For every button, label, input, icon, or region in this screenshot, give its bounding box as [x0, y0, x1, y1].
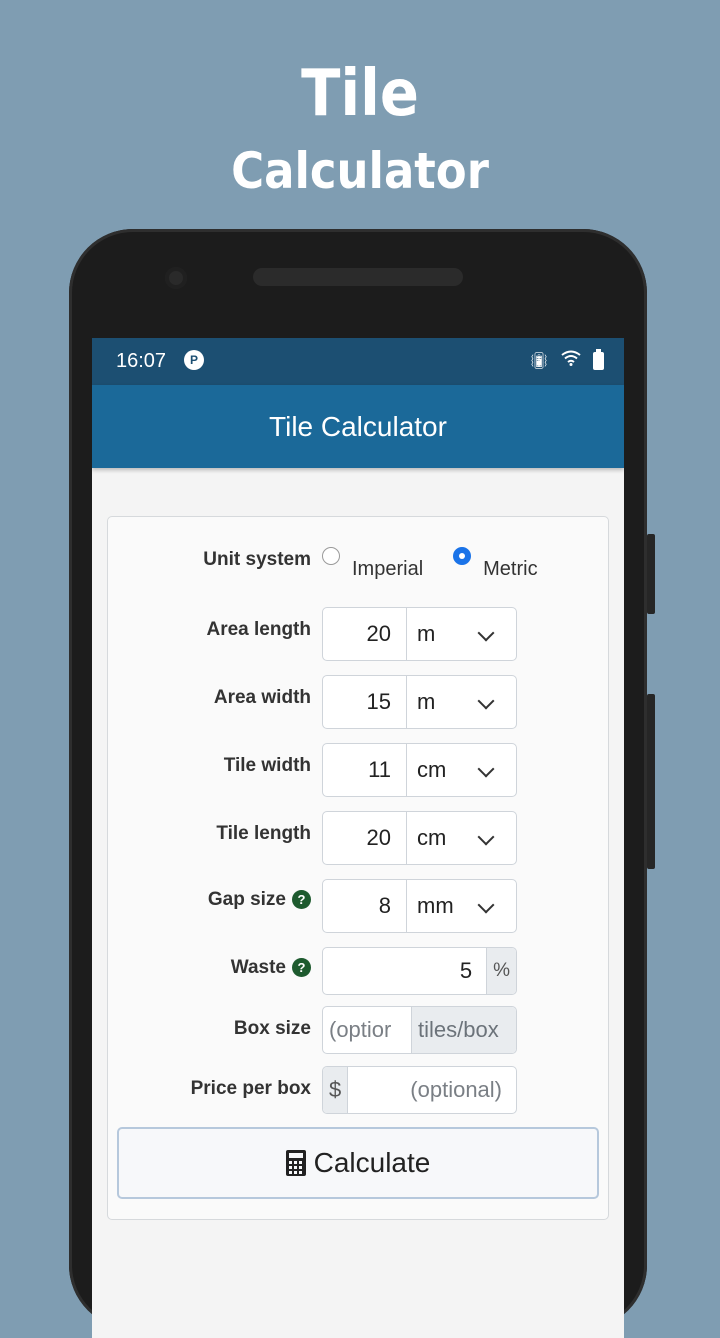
promo-title-line1: Tile — [301, 57, 419, 131]
area-length-unit-value: m — [417, 621, 436, 646]
chevron-down-icon — [477, 624, 495, 642]
tile-length-label: Tile length — [216, 823, 311, 844]
price-per-box-field: $ (optional) — [322, 1066, 517, 1114]
box-size-input[interactable]: (optior — [323, 1007, 411, 1053]
tile-width-unit-select[interactable]: cm — [406, 744, 516, 796]
box-size-field: (optior tiles/box — [322, 1006, 517, 1054]
calculator-icon — [285, 1150, 306, 1176]
radio-metric-label[interactable]: Metric — [483, 558, 537, 581]
box-size-label: Box size — [233, 1018, 311, 1039]
price-currency-addon: $ — [323, 1067, 349, 1113]
waste-input[interactable]: 5 — [323, 948, 486, 994]
waste-field: 5 % — [322, 947, 517, 995]
box-size-suffix-addon: tiles/box — [411, 1007, 516, 1053]
phone-volume-button — [647, 694, 655, 869]
tile-length-unit-value: cm — [417, 825, 447, 850]
gap-size-unit-value: mm — [417, 893, 454, 918]
waste-label: Waste — [230, 957, 286, 978]
system-icons: 📳︎ — [528, 348, 604, 371]
phone-side-button — [647, 534, 655, 614]
calculate-button-label: Calculate — [313, 1147, 431, 1178]
status-bar: 16:07 P 📳︎ — [92, 338, 624, 385]
app-bar-title: Tile Calculator — [92, 385, 624, 468]
gap-size-field: 8 mm — [322, 879, 517, 933]
area-width-unit-value: m — [417, 689, 436, 714]
area-width-label: Area width — [213, 687, 311, 708]
vibrate-icon: 📳︎ — [528, 350, 549, 370]
radio-imperial[interactable] — [322, 547, 340, 565]
notification-icon: P — [184, 350, 204, 370]
gap-size-label: Gap size — [207, 889, 286, 910]
help-icon[interactable]: ? — [292, 958, 311, 977]
phone-screen: 16:07 P 📳︎ Tile Calculator Unit system I… — [92, 338, 624, 1338]
price-per-box-input[interactable]: (optional) — [348, 1067, 516, 1113]
unit-system-label: Unit system — [203, 549, 311, 570]
tile-length-field: 20 cm — [322, 811, 517, 865]
phone-frame: 16:07 P 📳︎ Tile Calculator Unit system I… — [69, 229, 655, 1338]
tile-width-field: 11 cm — [322, 743, 517, 797]
area-length-input[interactable]: 20 — [323, 608, 406, 660]
tile-width-label: Tile width — [223, 755, 311, 776]
waste-label-group: Waste? — [231, 957, 311, 979]
area-length-unit-select[interactable]: m — [406, 608, 516, 660]
area-width-input[interactable]: 15 — [323, 676, 406, 728]
tile-length-input[interactable]: 20 — [323, 812, 406, 864]
tile-length-unit-select[interactable]: cm — [406, 812, 516, 864]
price-per-box-label: Price per box — [190, 1078, 311, 1099]
waste-percent-addon: % — [486, 948, 516, 994]
chevron-down-icon — [477, 692, 495, 710]
gap-size-unit-select[interactable]: mm — [406, 880, 516, 932]
chevron-down-icon — [477, 896, 495, 914]
status-time: 16:07 — [116, 350, 167, 372]
calculate-button[interactable]: Calculate — [117, 1127, 599, 1199]
battery-icon — [593, 348, 604, 370]
chevron-down-icon — [477, 828, 495, 846]
front-camera — [165, 267, 187, 289]
calculator-form: Unit system Imperial Metric Area length … — [107, 516, 609, 1220]
tile-width-unit-value: cm — [417, 757, 447, 782]
tile-width-input[interactable]: 11 — [323, 744, 406, 796]
help-icon[interactable]: ? — [292, 890, 311, 909]
radio-metric[interactable] — [453, 547, 472, 565]
gap-size-input[interactable]: 8 — [323, 880, 406, 932]
area-length-field: 20 m — [322, 607, 517, 661]
area-width-field: 15 m — [322, 675, 517, 729]
area-width-unit-select[interactable]: m — [406, 676, 516, 728]
earpiece-speaker — [253, 268, 463, 286]
area-length-label: Area length — [206, 619, 311, 640]
promo-title-line2: Calculator — [231, 142, 489, 200]
chevron-down-icon — [477, 760, 495, 778]
radio-imperial-label[interactable]: Imperial — [352, 558, 423, 581]
wifi-icon — [561, 350, 581, 371]
unit-system-radios: Imperial Metric — [322, 547, 538, 581]
gap-size-label-group: Gap size? — [208, 889, 311, 911]
